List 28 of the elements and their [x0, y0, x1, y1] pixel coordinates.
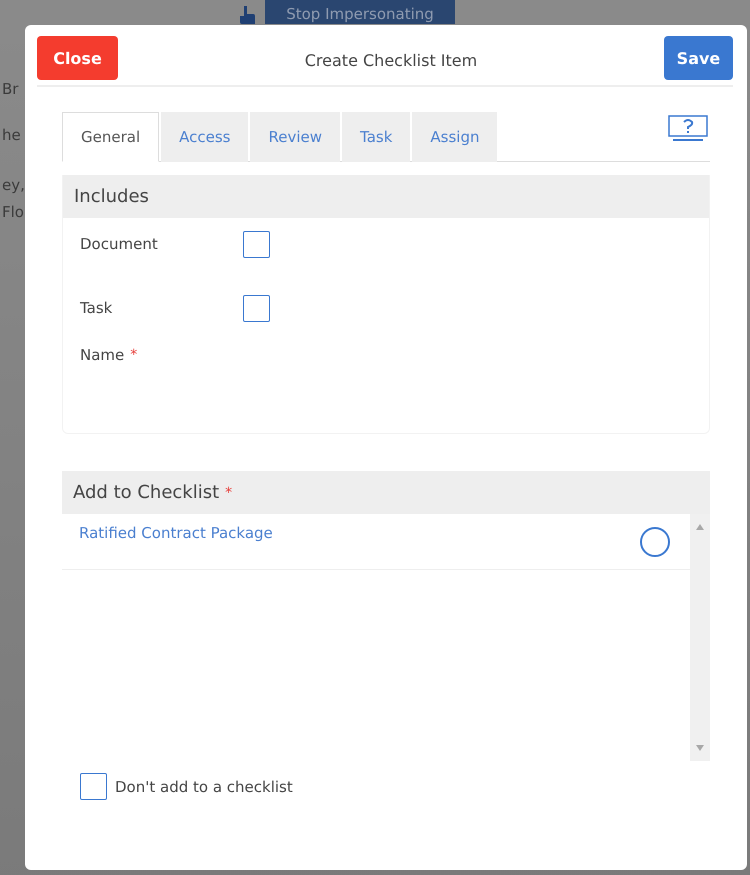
required-mark: *: [225, 484, 232, 500]
close-button[interactable]: Close: [37, 36, 118, 80]
background-text: he: [2, 126, 21, 144]
stop-impersonating-button[interactable]: Stop Impersonating: [265, 0, 455, 24]
name-label: Name: [80, 346, 124, 364]
checkbox-label: Don't add to a checklist: [115, 778, 293, 796]
tab[interactable]: Assign: [412, 112, 498, 162]
required-mark: *: [130, 347, 138, 363]
radio-button[interactable]: [640, 526, 670, 556]
background-text: Br: [2, 80, 18, 98]
checkbox[interactable]: [80, 773, 107, 800]
checklist-item[interactable]: Ratified Contract Package: [79, 524, 273, 542]
tab[interactable]: Task: [342, 112, 410, 162]
tab[interactable]: Access: [161, 112, 248, 162]
checkbox[interactable]: [243, 230, 270, 258]
help-icon[interactable]: [666, 115, 710, 143]
background-text: ey,: [2, 176, 25, 194]
tab[interactable]: General: [62, 112, 160, 162]
save-button[interactable]: Save: [664, 36, 733, 80]
checkbox[interactable]: [243, 294, 270, 322]
hand-icon: [238, 4, 256, 24]
option-label: Task: [80, 299, 114, 317]
section-heading: Add to Checklist: [73, 482, 220, 503]
option-label: Document: [80, 235, 159, 253]
tab[interactable]: Review: [250, 112, 340, 162]
background-text: Flo: [2, 203, 24, 221]
dialog-title: Create Checklist Item: [304, 50, 478, 70]
section-heading: Includes: [63, 175, 709, 218]
